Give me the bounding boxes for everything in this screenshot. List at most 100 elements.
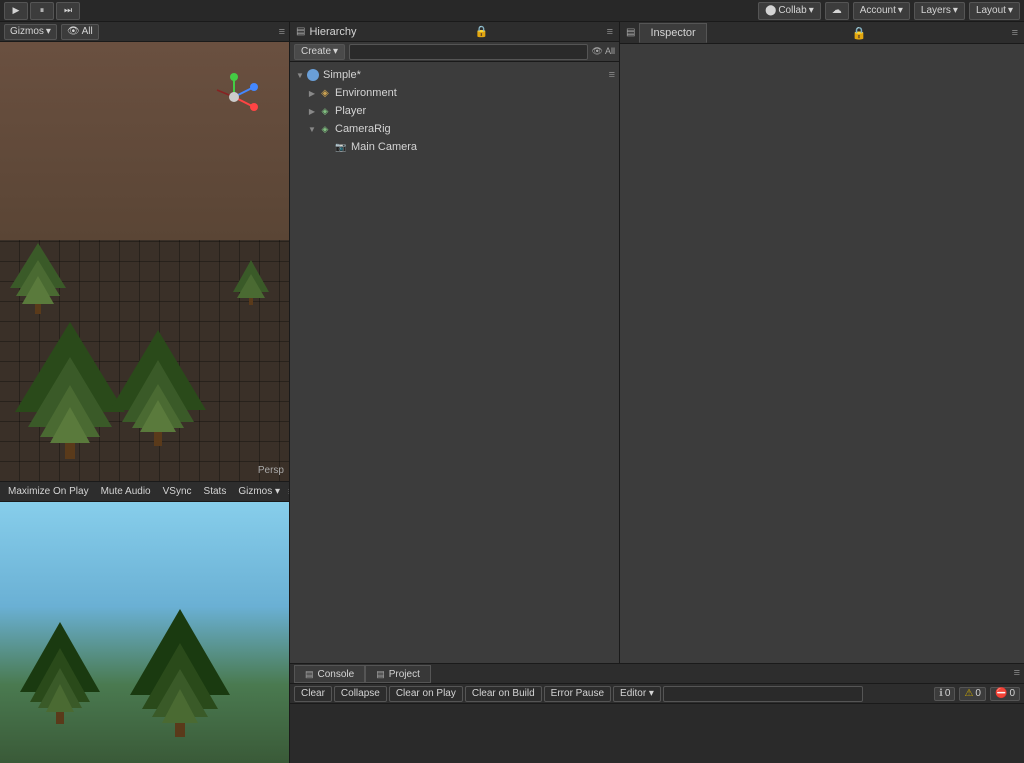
warning-count-label: 0 [975,688,981,699]
game-toolbar: Maximize On Play Mute Audio VSync Stats … [0,482,289,502]
hierarchy-panel-icon: ▤ [296,26,305,37]
error-count-label: 0 [1009,688,1015,699]
info-count-label: 0 [945,688,951,699]
gizmos-dropdown-icon: ▾ [46,26,51,37]
inspector-menu-icon[interactable]: ≡ [1012,27,1018,39]
step-button[interactable]: ⏭ [56,2,80,20]
hierarchy-search-input[interactable] [349,44,588,60]
camerarig-label: CameraRig [335,123,391,135]
tree-4 [233,260,269,305]
hierarchy-item-main-camera[interactable]: ▶ 📷 Main Camera [290,138,619,156]
hierarchy-title: Hierarchy [309,26,356,38]
collab-icon: ⬤ [765,5,776,16]
hierarchy-content[interactable]: ▼ Simple* ≡ ▶ ◈ Environment ▶ ◈ Player ▼… [290,62,619,763]
info-icon: ℹ [939,688,943,699]
hierarchy-header: ▤ Hierarchy 🔒 ≡ [290,22,619,42]
game-background [0,502,289,763]
account-dropdown-icon: ▾ [898,5,903,16]
player-icon: ◈ [318,104,332,118]
game-canvas[interactable] [0,502,289,763]
bottom-panel-menu-icon[interactable]: ≡ [1014,663,1020,683]
hierarchy-toolbar: Create ▾ 👁 All [290,42,619,62]
collab-dropdown-icon: ▾ [809,5,814,16]
play-controls-area: ▶ ⏸ ⏭ [4,2,80,20]
eye-icon: 👁 [67,26,80,37]
game-panel-menu[interactable]: ≡ [288,486,289,498]
layout-button[interactable]: Layout ▾ [969,2,1020,20]
clear-on-play-button[interactable]: Clear on Play [389,686,463,702]
top-bar: ▶ ⏸ ⏭ ⬤ Collab ▾ ☁ Account ▾ Layers ▾ La… [0,0,1024,22]
console-content [290,704,1024,763]
layers-dropdown-icon: ▾ [953,5,958,16]
scene-canvas[interactable]: Persp [0,42,289,481]
gizmos-button[interactable]: Gizmos ▾ [4,24,57,40]
scene-all-button[interactable]: 👁 All [61,24,99,40]
console-tab-label: Console [318,669,355,680]
clear-on-build-button[interactable]: Clear on Build [465,686,542,702]
maximize-on-play-button[interactable]: Maximize On Play [4,484,93,500]
inspector-panel: ▤ Inspector 🔒 ≡ [620,22,1024,763]
stats-button[interactable]: Stats [200,484,231,500]
collab-button[interactable]: ⬤ Collab ▾ [758,2,821,20]
game-view: Maximize On Play Mute Audio VSync Stats … [0,482,289,763]
hierarchy-search-filter[interactable]: 👁 All [592,46,615,57]
create-dropdown-icon: ▾ [333,46,338,57]
hierarchy-scene-root[interactable]: ▼ Simple* ≡ [290,66,619,84]
console-toolbar: Clear Collapse Clear on Play Clear on Bu… [290,684,1024,704]
pause-button[interactable]: ⏸ [30,2,54,20]
bottom-panel: ▤ Console ▤ Project ≡ Clear Collapse Cle… [290,663,1024,763]
layers-button[interactable]: Layers ▾ [914,2,965,20]
play-button[interactable]: ▶ [4,2,28,20]
vsync-button[interactable]: VSync [159,484,196,500]
scene-icon [306,68,320,82]
info-count-badge: ℹ 0 [934,687,955,701]
collapse-button[interactable]: Collapse [334,686,387,702]
hierarchy-lock-icon[interactable]: 🔒 [475,25,489,38]
hierarchy-item-player[interactable]: ▶ ◈ Player [290,102,619,120]
player-label: Player [335,105,366,117]
scene-toolbar: Gizmos ▾ 👁 All ≡ [0,22,289,42]
scene-arrow: ▼ [294,71,306,80]
tab-console[interactable]: ▤ Console [294,665,365,683]
project-tab-label: Project [389,669,420,680]
game-tree-2 [130,609,230,737]
inspector-lock-icon[interactable]: 🔒 [852,26,867,40]
bottom-tabs: ▤ Console ▤ Project ≡ [290,664,1024,684]
project-tab-icon: ▤ [376,669,385,680]
game-gizmos-button[interactable]: Gizmos ▾ [234,484,284,500]
environment-arrow: ▶ [306,89,318,98]
environment-label: Environment [335,87,397,99]
account-button[interactable]: Account ▾ [853,2,910,20]
cloud-button[interactable]: ☁ [825,2,849,20]
tree-1 [10,243,66,314]
tab-project[interactable]: ▤ Project [365,665,431,683]
editor-dropdown-button[interactable]: Editor ▾ [613,686,661,702]
scene-panel-menu[interactable]: ≡ [279,26,285,38]
hierarchy-item-camerarig[interactable]: ▼ ◈ CameraRig [290,120,619,138]
environment-icon: ◈ [318,86,332,100]
hierarchy-create-button[interactable]: Create ▾ [294,44,345,60]
scene-options-icon[interactable]: ≡ [609,69,615,81]
clear-button[interactable]: Clear [294,686,332,702]
error-pause-button[interactable]: Error Pause [544,686,611,702]
console-error-counts: ℹ 0 ⚠ 0 ⛔ 0 [934,687,1020,701]
inspector-panel-icon: ▤ [626,27,635,38]
scene-background: Persp [0,42,289,481]
hierarchy-item-environment[interactable]: ▶ ◈ Environment [290,84,619,102]
console-search-input[interactable] [663,686,863,702]
inspector-tab[interactable]: Inspector [639,23,706,43]
camerarig-arrow: ▼ [306,125,318,134]
tree-2 [15,322,125,459]
scene-view: Gizmos ▾ 👁 All ≡ [0,22,289,482]
hierarchy-menu-icon[interactable]: ≡ [607,26,613,38]
error-count-badge: ⛔ 0 [990,687,1020,701]
player-arrow: ▶ [306,107,318,116]
scene-name-label: Simple* [323,69,361,81]
mute-audio-button[interactable]: Mute Audio [97,484,155,500]
scene-gizmo [209,72,259,122]
persp-label: Persp [258,465,284,476]
hierarchy-panel: ▤ Hierarchy 🔒 ≡ Create ▾ 👁 All ▼ Simple*… [290,22,620,763]
warning-icon: ⚠ [964,688,973,699]
left-panel: Gizmos ▾ 👁 All ≡ [0,22,290,763]
tree-3 [110,330,206,446]
